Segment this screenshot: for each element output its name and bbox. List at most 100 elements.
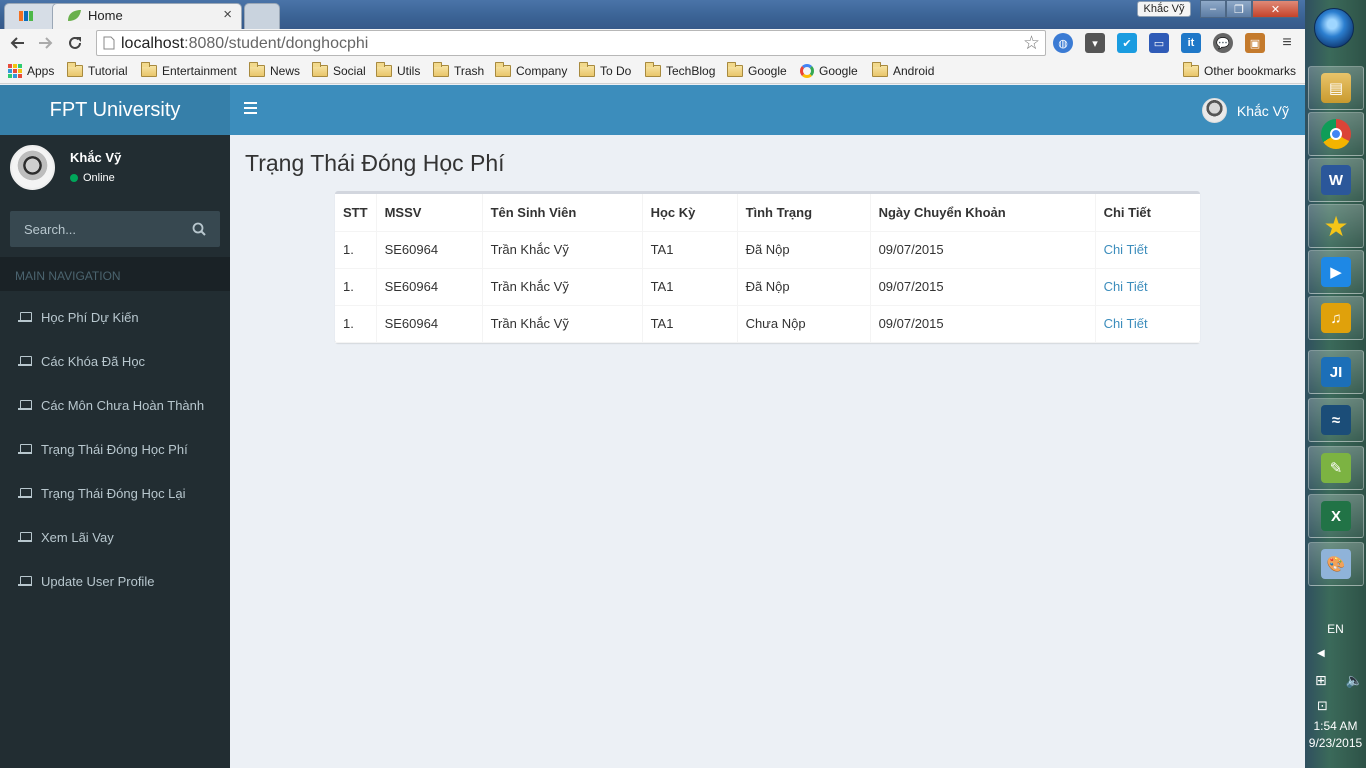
address-url: localhost:8080/student/donghocphi [121, 35, 369, 52]
screencast-icon[interactable]: ▭ [1149, 33, 1169, 53]
mysql-icon[interactable]: ≈ [1308, 398, 1364, 442]
bookmark-android[interactable]: Android [872, 62, 934, 80]
close-window-button[interactable]: ✕ [1252, 0, 1299, 18]
volume-icon[interactable]: 🔈 [1346, 672, 1363, 689]
bookmark-google-folder[interactable]: Google [727, 62, 787, 80]
cell-stt: 1. [335, 305, 377, 343]
cell-student-name: Trần Khắc Vỹ [482, 305, 643, 343]
bookmark-star-icon[interactable]: ☆ [1023, 32, 1040, 55]
bookmark-utils[interactable]: Utils [376, 62, 420, 80]
bookmark-news[interactable]: News [249, 62, 300, 80]
folder-icon [67, 62, 83, 77]
clock-time: 1:54 AM [1313, 719, 1358, 733]
intellij-icon[interactable]: JI [1308, 350, 1364, 394]
tab-home[interactable]: Home × [52, 3, 242, 29]
cell-stt: 1. [335, 231, 377, 269]
folder-icon [645, 62, 661, 77]
search-input[interactable] [10, 211, 185, 247]
sidebar-item-xem-lai-vay[interactable]: Xem Lãi Vay [0, 515, 230, 559]
window-user-badge[interactable]: Khắc Vỹ [1137, 1, 1191, 17]
folder-icon [433, 62, 449, 77]
globe-icon[interactable]: ◍ [1053, 33, 1073, 53]
bookmark-techblog[interactable]: TechBlog [645, 62, 715, 80]
bookmark-todo[interactable]: To Do [579, 62, 631, 80]
cell-status: Chưa Nộp [737, 305, 871, 343]
windows-flag-icon[interactable]: ⊞ [1315, 672, 1327, 689]
system-clock[interactable]: 1:54 AM 9/23/2015 [1305, 718, 1366, 752]
laptop-icon [18, 488, 32, 498]
minimize-button[interactable]: – [1200, 0, 1226, 18]
chat-icon[interactable]: 💬 [1213, 33, 1233, 53]
bookmark-trash[interactable]: Trash [433, 62, 484, 80]
browser-window: Home × Khắc Vỹ – ❐ ✕ localhost:8080/stud… [0, 0, 1305, 768]
bookmark-apps[interactable]: Apps [8, 62, 54, 80]
tray-expand-icon[interactable]: ◀ [1317, 648, 1325, 659]
chrome-icon[interactable] [1308, 112, 1364, 156]
paint-icon[interactable]: 🎨 [1308, 542, 1364, 586]
sidebar-item-cac-khoa-da-hoc[interactable]: Các Khóa Đã Học [0, 339, 230, 383]
folder-icon [249, 62, 265, 77]
music-icon[interactable]: ♫ [1308, 296, 1364, 340]
it-icon[interactable]: it [1181, 33, 1201, 53]
bookmark-tutorial[interactable]: Tutorial [67, 62, 128, 80]
bookmark-google[interactable]: Google [800, 62, 858, 80]
bookmark-company[interactable]: Company [495, 62, 567, 80]
sidebar-item-cac-mon-chua-hoan-thanh[interactable]: Các Môn Chưa Hoàn Thành [0, 383, 230, 427]
cell-status: Đã Nộp [737, 231, 871, 269]
sidebar-item-hoc-phi-du-kien[interactable]: Học Phí Dự Kiến [0, 295, 230, 339]
language-indicator[interactable]: EN [1305, 622, 1366, 636]
status-dot-icon [70, 174, 78, 182]
detail-link[interactable]: Chi Tiết [1104, 279, 1148, 294]
bookmark-entertainment[interactable]: Entertainment [141, 62, 237, 80]
brand-logo[interactable]: FPT University [0, 85, 230, 135]
sidebar-search [10, 211, 220, 247]
pocket-icon[interactable]: ▾ [1085, 33, 1105, 53]
network-icon[interactable]: ⊡ [1317, 698, 1328, 714]
reload-icon[interactable] [64, 32, 86, 54]
bookmark-social[interactable]: Social [312, 62, 366, 80]
forward-icon[interactable] [35, 32, 57, 54]
sidebar-item-trang-thai-dong-hoc-phi[interactable]: Trạng Thái Đóng Học Phí [0, 427, 230, 471]
lock-icon[interactable]: ▣ [1245, 33, 1265, 53]
avatar [1201, 98, 1227, 123]
column-header: Tên Sinh Viên [482, 194, 643, 232]
cell-student-name: Trần Khắc Vỹ [482, 231, 643, 269]
laptop-icon [18, 576, 32, 586]
menu-icon[interactable]: ≡ [1277, 33, 1297, 53]
bookmarks-bar: Apps Tutorial Entertainment News Social … [0, 57, 1305, 84]
browser-toolbar: localhost:8080/student/donghocphi ☆ ◍ ▾ … [0, 29, 1305, 57]
start-orb-icon[interactable] [1314, 8, 1354, 48]
user-menu[interactable]: Khắc Vỹ [1201, 98, 1289, 123]
folder-icon [312, 62, 328, 77]
file-manager-icon[interactable]: ▤ [1308, 66, 1364, 110]
folder-icon [872, 62, 888, 77]
media-player-icon[interactable]: ▶ [1308, 250, 1364, 294]
column-header: STT [335, 194, 377, 232]
detail-link[interactable]: Chi Tiết [1104, 316, 1148, 331]
maximize-button[interactable]: ❐ [1226, 0, 1252, 18]
notepad-icon[interactable]: ✎ [1308, 446, 1364, 490]
laptop-icon [18, 356, 32, 366]
laptop-icon [18, 532, 32, 542]
cell-transfer-date: 09/07/2015 [870, 268, 1096, 306]
check-icon[interactable]: ✔ [1117, 33, 1137, 53]
back-icon[interactable] [6, 32, 28, 54]
sidebar-toggle-icon[interactable] [244, 102, 258, 118]
search-icon[interactable] [192, 222, 206, 236]
other-bookmarks[interactable]: Other bookmarks [1183, 62, 1296, 80]
detail-link[interactable]: Chi Tiết [1104, 242, 1148, 257]
address-bar[interactable]: localhost:8080/student/donghocphi ☆ [96, 30, 1046, 56]
cell-detail: Chi Tiết [1095, 231, 1200, 269]
new-tab-button[interactable] [244, 3, 280, 29]
cell-semester: TA1 [642, 231, 738, 269]
sidebar-item-trang-thai-dong-hoc-lai[interactable]: Trạng Thái Đóng Học Lại [0, 471, 230, 515]
sidebar-item-update-user-profile[interactable]: Update User Profile [0, 559, 230, 603]
star-app-icon[interactable]: ★ [1308, 204, 1364, 248]
main-content: Trạng Thái Đóng Học Phí STT MSSV Tên Sin… [230, 135, 1305, 768]
table-row: 1. SE60964 Trần Khắc Vỹ TA1 Đã Nộp 09/07… [335, 231, 1200, 269]
word-icon[interactable]: W [1308, 158, 1364, 202]
excel-icon[interactable]: X [1308, 494, 1364, 538]
clock-date: 9/23/2015 [1308, 736, 1363, 750]
tab-close-icon[interactable]: × [223, 6, 232, 23]
user-name: Khắc Vỹ [70, 150, 122, 165]
